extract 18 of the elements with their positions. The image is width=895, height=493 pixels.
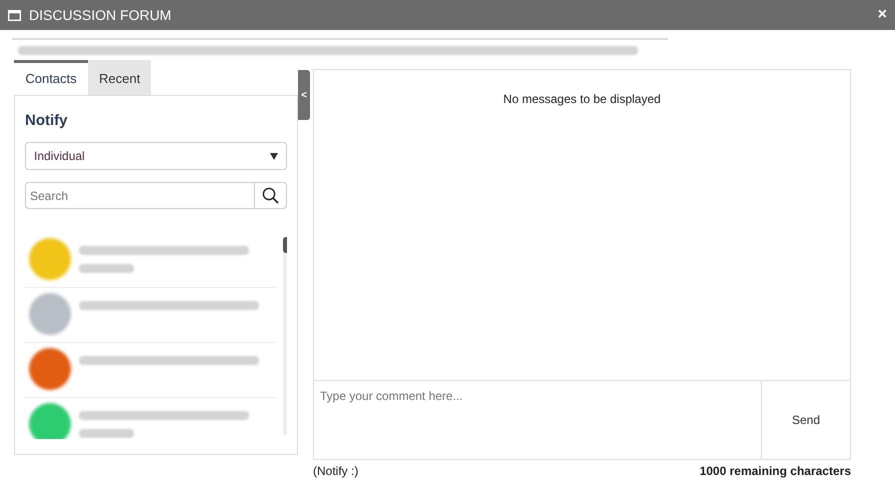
character-count: 1000 remaining characters [700,463,851,480]
search-field[interactable]: Search [26,183,254,208]
redacted-text [79,429,134,438]
notify-summary: (Notify :) [313,463,358,480]
send-button[interactable]: Send [761,381,851,460]
redacted-text [79,264,134,273]
caret-icon [270,152,278,160]
tab[interactable]: Recent [88,60,152,94]
notify-heading: Notify [25,110,68,130]
search-button[interactable] [254,182,287,209]
empty-message: No messages to be displayed [503,92,661,106]
collapse-handle[interactable]: < [298,70,310,120]
search-icon [262,187,279,204]
window-title: DISCUSSION FORUM [29,6,172,24]
notify-select[interactable]: Individual [25,142,287,170]
close-button[interactable]: × [878,7,887,23]
comment-field[interactable]: Type your comment here... [313,381,761,460]
window-icon [8,10,21,20]
